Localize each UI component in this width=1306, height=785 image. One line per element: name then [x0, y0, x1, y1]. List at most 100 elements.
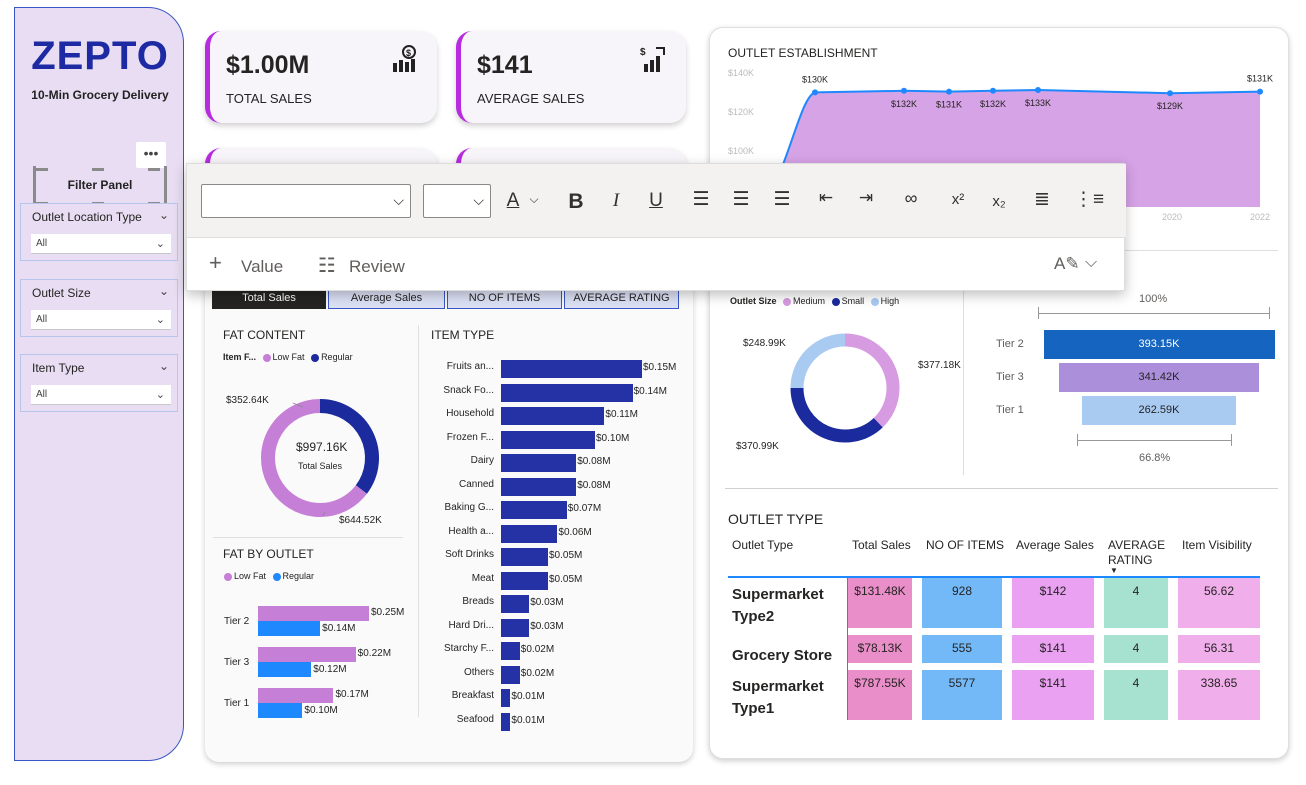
item-type-bar [501, 383, 633, 402]
align-center-icon[interactable]: ☰ [729, 188, 753, 211]
funnel-bar[interactable]: 262.59K [1081, 396, 1237, 425]
slicer-outlet-size[interactable]: Outlet Size ⌄ All ⌄ [20, 279, 178, 337]
column-header[interactable]: Item Visibility [1182, 538, 1252, 552]
kpi-value: $141 [477, 51, 533, 79]
item-type-bar [501, 642, 520, 660]
legend-label: Medium [793, 296, 826, 306]
bar-value-label: $0.10M [596, 432, 630, 444]
funnel-bar[interactable]: 393.15K [1043, 330, 1275, 359]
column-header[interactable]: AVERAGE RATING [1108, 538, 1178, 568]
funnel-bottom-percent: 66.8% [1139, 452, 1171, 464]
funnel-bar[interactable]: 341.42K [1058, 363, 1260, 392]
category-label: Tier 3 [224, 657, 250, 668]
data-point[interactable] [901, 87, 907, 94]
italic-icon[interactable]: I [606, 190, 626, 212]
bar-value-label: $0.11M [605, 409, 639, 420]
link-icon[interactable]: ∞ [898, 188, 924, 209]
donut-slice[interactable] [844, 333, 900, 428]
legend-title: Outlet Size [730, 296, 777, 306]
bulleted-list-icon[interactable]: ≣ [1030, 188, 1054, 211]
table-cell: $131.48K [848, 578, 912, 628]
resize-handle[interactable] [148, 168, 160, 171]
chevron-down-icon[interactable]: ⌵ [527, 192, 541, 207]
font-size-select[interactable]: ⌵ [423, 184, 491, 218]
bar-value-label: $0.02M [520, 644, 555, 655]
add-icon[interactable]: + [209, 252, 222, 274]
bar-value-label: $0.14M [322, 623, 356, 634]
data-point[interactable] [1167, 90, 1173, 97]
review-button[interactable]: Review [349, 257, 405, 277]
funnel-bracket [1269, 307, 1270, 319]
donut-slice[interactable] [790, 333, 846, 389]
y-tick-label: $140K [728, 68, 754, 78]
item-type-bar [501, 477, 577, 496]
chevron-down-icon[interactable]: ⌵ [1085, 254, 1097, 272]
toolbar-top-row: ⌵ ⌵ A ⌵ B I U ☰ ☰ ☰ ⇤ ⇥ ∞ x² x₂ ≣ ⋮≡ [187, 164, 1126, 238]
filter-panel-button[interactable]: Filter Panel [33, 166, 167, 204]
funnel-bracket [1231, 434, 1232, 446]
chevron-down-icon[interactable]: ⌄ [159, 284, 169, 298]
data-point[interactable] [1035, 87, 1041, 93]
fat-content-legend: Item F... Low Fat Regular [223, 352, 353, 362]
bar-value-label: $0.10M [304, 705, 338, 716]
text-format-toolbar: ⌵ ⌵ A ⌵ B I U ☰ ☰ ☰ ⇤ ⇥ ∞ x² x₂ ≣ ⋮≡ + V… [186, 163, 1126, 291]
slicer-item-type[interactable]: Item Type ⌄ All ⌄ [20, 354, 178, 412]
column-header[interactable]: Outlet Type [732, 538, 793, 552]
resize-handle[interactable] [92, 168, 104, 171]
chevron-down-icon: ⌄ [155, 314, 165, 326]
font-color-icon[interactable]: A [503, 190, 523, 212]
slicer-dropdown[interactable]: All ⌄ [31, 385, 171, 405]
data-point[interactable] [990, 87, 996, 94]
column-header[interactable]: Average Sales [1016, 538, 1094, 552]
numbered-list-icon[interactable]: ⋮≡ [1074, 188, 1104, 211]
chevron-down-icon[interactable]: ⌄ [159, 208, 169, 222]
item-type-bar [501, 360, 642, 378]
align-left-icon[interactable]: ☰ [689, 188, 713, 211]
text-style-icon[interactable]: A✎ [1054, 254, 1080, 274]
chevron-down-icon: ⌵ [393, 192, 404, 208]
column-header[interactable]: NO OF ITEMS [926, 538, 1004, 552]
more-options-button[interactable]: ••• [136, 142, 166, 168]
outlet-size-donut [790, 333, 900, 443]
data-point[interactable] [812, 89, 818, 96]
table-cell: 4 [1104, 578, 1168, 628]
bar-category-label: Baking G... [444, 502, 494, 513]
underline-icon[interactable]: U [646, 190, 666, 212]
table-cell: $78.13K [848, 635, 912, 663]
font-family-select[interactable]: ⌵ [201, 184, 411, 218]
y-tick-label: $100K [728, 146, 754, 156]
resize-handle[interactable] [36, 168, 48, 171]
fat-by-outlet-chart: Tier 2 $0.25M $0.14M Tier 3 $0.22M $0.12M Tier… [220, 606, 420, 726]
decrease-indent-icon[interactable]: ⇤ [814, 188, 838, 208]
bar-value-label: $0.15M [643, 362, 677, 373]
table-cell: 928 [922, 578, 1002, 628]
data-point[interactable] [1257, 88, 1263, 95]
align-right-icon[interactable]: ☰ [770, 188, 794, 211]
review-list-icon[interactable]: ☷ [318, 253, 336, 278]
funnel-category-label: Tier 3 [996, 371, 1024, 383]
data-point[interactable] [946, 88, 952, 95]
legend-label: Low Fat [272, 352, 305, 362]
chevron-down-icon[interactable]: ⌄ [159, 359, 169, 373]
slicer-dropdown[interactable]: All ⌄ [31, 234, 171, 254]
donut-slice[interactable] [790, 387, 883, 443]
bar-category-label: Household [446, 408, 494, 419]
sort-descending-icon[interactable]: ▼ [1110, 566, 1118, 575]
item-type-bar [501, 665, 520, 684]
item-type-bar [501, 618, 530, 637]
subscript-icon[interactable]: x₂ [988, 193, 1010, 210]
item-type-bar [501, 712, 511, 731]
legend-label: Regular [321, 352, 353, 362]
bar-value-label: $0.02M [520, 667, 555, 679]
legend-label: High [880, 296, 900, 306]
slicer-dropdown[interactable]: All ⌄ [31, 310, 171, 330]
bar-value-label: $0.05M [549, 550, 583, 561]
increase-indent-icon[interactable]: ⇥ [854, 188, 878, 208]
column-header[interactable]: Total Sales [852, 538, 911, 552]
growth-chart-icon: $ [640, 47, 665, 72]
value-button[interactable]: Value [241, 257, 283, 277]
slicer-outlet-location-type[interactable]: Outlet Location Type ⌄ All ⌄ [20, 203, 178, 261]
outlet-size-legend: Outlet Size Medium Small High [730, 296, 899, 306]
superscript-icon[interactable]: x² [947, 191, 969, 208]
bold-icon[interactable]: B [565, 190, 587, 214]
